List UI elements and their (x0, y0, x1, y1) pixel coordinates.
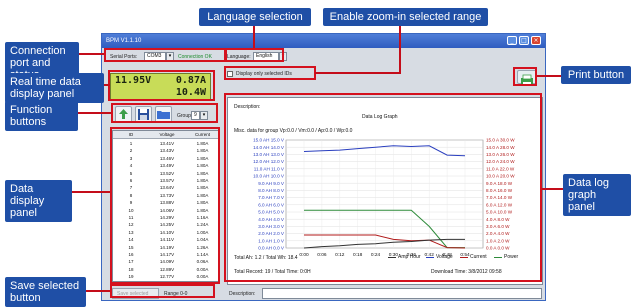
highlight-zoom (224, 66, 316, 80)
callout-realtime-display: Real time data display panel (5, 73, 104, 103)
maximize-icon[interactable]: □ (519, 36, 529, 45)
arrow-lcd (104, 84, 110, 86)
highlight-lcd (108, 70, 215, 101)
arrow-graph (542, 188, 563, 190)
callout-enable-zoom: Enable zoom-in selected range (323, 8, 488, 26)
arrow-zoom-v (399, 23, 401, 73)
highlight-graph (224, 93, 542, 282)
arrow-language (253, 23, 255, 48)
arrow-save (86, 290, 110, 292)
callout-language-selection: Language selection (199, 8, 311, 26)
minimize-icon[interactable]: _ (507, 36, 517, 45)
callout-data-log-graph: Data log graph panel (563, 174, 631, 216)
arrow-print (537, 75, 561, 77)
highlight-language (224, 48, 284, 62)
app-title: BPM V1.1.10 (106, 38, 142, 44)
highlight-function (111, 103, 218, 123)
callout-save-selected: Save selected button (5, 277, 86, 307)
callout-function-buttons: Function buttons (5, 101, 78, 131)
arrow-table (72, 191, 110, 193)
title-bar: BPM V1.1.10 _ □ × (102, 34, 545, 48)
arrow-connection (79, 53, 104, 55)
description-input[interactable] (262, 288, 542, 299)
highlight-connection (104, 48, 227, 62)
arrow-function (78, 112, 111, 114)
highlight-print (513, 67, 537, 86)
highlight-save-selected (110, 284, 215, 298)
callout-print-button: Print button (561, 66, 631, 84)
highlight-table (110, 127, 220, 284)
arrow-zoom-h (315, 72, 401, 74)
callout-data-display: Data display panel (5, 180, 72, 222)
close-icon[interactable]: × (531, 36, 541, 45)
description-label: Description: (229, 291, 256, 297)
